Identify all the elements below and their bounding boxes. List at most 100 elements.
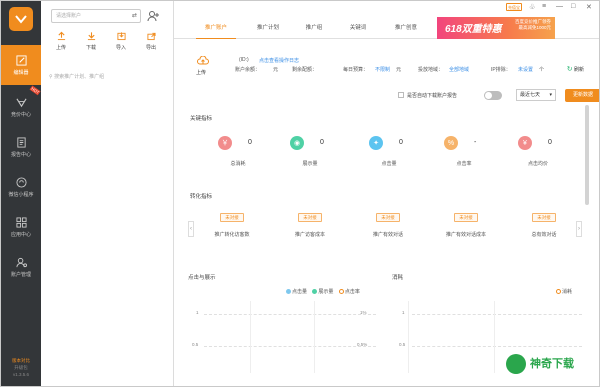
account-select[interactable]: 请选择账户 ⇄ <box>51 9 141 23</box>
ip-info-icon[interactable]: 个 <box>539 66 544 73</box>
minimize-icon[interactable]: — <box>556 3 563 10</box>
export-button[interactable]: 导出 <box>139 31 163 51</box>
balance-unit: 元 <box>273 67 279 73</box>
watermark: 神奇下载 <box>506 351 591 376</box>
not-connected-tag[interactable]: 未对接 <box>220 213 244 222</box>
metric-label: 总消耗 <box>230 161 246 167</box>
banner-line2: 最高减免1000元 <box>518 25 551 30</box>
clicks-chart-title: 点击与展示 <box>188 275 216 281</box>
tab-group[interactable]: 推广组 <box>298 24 330 39</box>
date-range-value: 最近七天 <box>520 92 541 98</box>
download-button[interactable]: 下载 <box>79 31 103 51</box>
hot-badge: HOT <box>29 85 41 96</box>
tab-creative[interactable]: 推广创意 <box>386 24 426 39</box>
conversion-label: 推广有效对话 <box>372 232 403 238</box>
metric-value: 0 <box>399 139 403 146</box>
app-window: 编辑器 HOT 竞价中心 报告中心 微信小程序 应用中心 账户管理 版本对比 升… <box>0 0 600 387</box>
metric-impressions: ◉ 0 展示量 <box>280 136 340 176</box>
vertical-scrollbar[interactable] <box>585 105 589 205</box>
account-id: (ID:) <box>239 57 249 63</box>
grid-vline <box>314 301 315 373</box>
next-arrow[interactable]: › <box>576 221 582 237</box>
nav-item-apps[interactable]: 应用中心 <box>1 207 41 247</box>
y-axis-tick: 0.5 <box>399 342 406 347</box>
refresh-button[interactable]: ↻ 刷新 <box>567 65 584 73</box>
maximize-icon[interactable]: □ <box>571 3 575 10</box>
metric-label: 展示量 <box>302 161 318 167</box>
import-button[interactable]: 导入 <box>109 31 133 51</box>
grid-vline <box>250 301 251 373</box>
not-connected-tag[interactable]: 未对接 <box>376 213 400 222</box>
import-icon <box>116 32 126 41</box>
auto-download-label: 是否自动下载账户报告 <box>407 93 458 99</box>
upgrade-package: 升级包 <box>14 365 28 370</box>
conversion-card: 未对接 总有效对话 <box>516 213 572 245</box>
ctr-icon: % <box>444 136 458 150</box>
quota-label: 剩余配额： <box>292 67 318 73</box>
legend-spend[interactable]: 消耗 <box>562 289 572 295</box>
conversion-label: 推广有效对话成本 <box>445 232 486 238</box>
not-connected-tag[interactable]: 未对接 <box>298 213 322 222</box>
watermark-logo-icon <box>506 354 526 374</box>
ip-exclude-value[interactable]: 未设置 <box>518 66 533 73</box>
metric-label: 点击均价 <box>527 161 548 167</box>
promo-banner[interactable]: 618双重特惠 百度竞价推广领券 最高减免1000元 <box>437 17 555 39</box>
plan-search-input[interactable]: ⚲ 搜索推广计划、推广组 <box>49 73 169 80</box>
date-range-select[interactable]: 最近七天 ▾ <box>516 89 556 101</box>
conversion-title: 转化指标 <box>190 194 213 200</box>
impressions-icon: ◉ <box>290 136 304 150</box>
y-axis-tick: 1 <box>196 310 199 315</box>
watermark-text: 神奇下载 <box>530 358 574 370</box>
grid-line <box>412 314 582 315</box>
upload-button[interactable]: 上传 <box>49 31 73 51</box>
export-icon <box>146 32 156 41</box>
daily-budget-value[interactable]: 不限制 <box>375 66 390 73</box>
nav-item-label: 编辑器 <box>13 69 29 76</box>
nav-item-editor[interactable]: 编辑器 <box>1 45 41 85</box>
nav-item-bidding[interactable]: HOT 竞价中心 <box>1 85 41 127</box>
tab-keywords[interactable]: 关键词 <box>342 24 374 39</box>
close-icon[interactable]: ✕ <box>586 3 592 11</box>
nav-item-miniprogram[interactable]: 微信小程序 <box>1 167 41 207</box>
legend-ctr[interactable]: 点击率 <box>345 289 360 295</box>
not-connected-tag[interactable]: 未对接 <box>532 213 556 222</box>
prev-arrow[interactable]: ‹ <box>188 221 194 237</box>
operation-log-link[interactable]: 点击查看操作日志 <box>259 57 299 64</box>
auto-download-toggle[interactable] <box>484 91 502 100</box>
report-filters: 是否自动下载账户报告 最近七天 ▾ 更新数据 <box>396 89 599 103</box>
update-data-button[interactable]: 更新数据 <box>565 89 599 102</box>
conversion-cards: ‹ 未对接 推广转化访客数 未对接 推广访客成本 未对接 推广有效对话 未对接 … <box>188 211 583 245</box>
legend-dot <box>286 289 291 295</box>
account-panel: 请选择账户 ⇄ 上传 下载 导入 导出 ⚲ 搜索推广计划、推广组 <box>41 1 174 386</box>
region-label: 投放地域： <box>418 67 444 73</box>
menu-icon[interactable]: ≡ <box>542 3 546 10</box>
main-content: 充值宝 ♧ ≡ — □ ✕ 推广账户 推广计划 推广组 关键词 推广创意 618… <box>174 1 599 386</box>
spend-chart-title: 消耗 <box>392 275 404 281</box>
conversion-card: 未对接 推广转化访客数 <box>204 213 260 245</box>
balance-label: 账户余额： <box>235 67 261 73</box>
metric-label: 点击率 <box>456 161 472 167</box>
nav-item-account[interactable]: 账户管理 <box>1 247 41 287</box>
tab-account[interactable]: 推广账户 <box>196 24 236 39</box>
banner-title: 618双重特惠 <box>445 24 502 35</box>
y2-axis-tick: 1% <box>360 310 367 315</box>
legend-impressions[interactable]: 展示量 <box>318 289 333 295</box>
nav-item-label: 报告中心 <box>10 151 31 158</box>
cloud-upload-icon[interactable] <box>197 56 209 66</box>
chevron-down-icon: ▾ <box>549 92 552 98</box>
legend-clicks[interactable]: 点击量 <box>292 289 307 295</box>
version-compare-link[interactable]: 版本对比 <box>1 357 41 364</box>
nav-item-reports[interactable]: 报告中心 <box>1 127 41 167</box>
region-value[interactable]: 全部地域 <box>449 66 469 73</box>
not-connected-tag[interactable]: 未对接 <box>454 213 478 222</box>
user-settings-icon[interactable] <box>147 10 159 22</box>
tab-plan[interactable]: 推广计划 <box>248 24 288 39</box>
conversion-label: 总有效对话 <box>531 232 557 238</box>
recharge-button[interactable]: 充值宝 <box>506 3 522 11</box>
tool-label: 下载 <box>85 45 96 51</box>
metric-avg-cpc: ¥ 0 点击均价 <box>508 136 568 176</box>
skin-icon[interactable]: ♧ <box>529 3 535 11</box>
switch-icon[interactable]: ⇄ <box>132 10 137 22</box>
bid-icon <box>15 98 27 107</box>
auto-download-checkbox[interactable] <box>398 92 404 98</box>
